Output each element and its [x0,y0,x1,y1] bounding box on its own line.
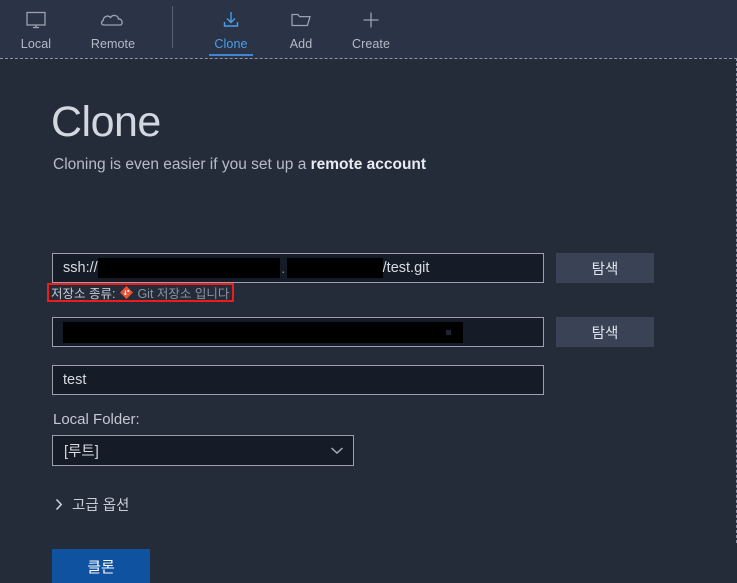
clone-pane: Clone Cloning is even easier if you set … [0,59,736,583]
toolbar-item-create[interactable]: Create [341,0,401,58]
browse-source-button[interactable]: 탐색 [556,253,654,283]
toolbar-divider [172,6,173,48]
toolbar-item-add[interactable]: Add [271,0,331,58]
page-title: Clone [51,98,161,146]
advanced-options-toggle[interactable]: 고급 옵션 [55,494,129,515]
advanced-options-label: 고급 옵션 [72,498,130,514]
remote-account-link[interactable]: remote account [311,156,426,173]
monitor-icon [25,8,47,32]
repo-type-value: Git 저장소 입니다 [137,287,230,301]
local-folder-value: [루트] [64,444,99,460]
page-subtitle-text: Cloning is even easier if you set up a [53,156,311,173]
toolbar-item-remote[interactable]: Remote [80,0,146,58]
redaction-bar [286,258,383,278]
clone-submit-button[interactable]: 클론 [52,549,150,583]
repo-type-annotation: 저장소 종류: Git 저장소 입니다 [47,283,235,302]
download-icon [221,8,241,32]
folder-icon [290,8,312,32]
redaction-bar [63,321,463,343]
source-url-separator: . [281,260,286,276]
redaction-bar [97,258,280,278]
local-folder-label: Local Folder: [53,411,140,428]
browse-destination-button[interactable]: 탐색 [556,317,654,347]
repo-type-label: 저장소 종류: [51,287,116,301]
toolbar-item-clone[interactable]: Clone [201,0,261,58]
top-toolbar: Local Remote Clone Add Create [0,0,737,58]
source-url-input[interactable]: ssh://. /test.git [52,253,544,283]
toolbar-item-local[interactable]: Local [6,0,66,58]
redaction-gap [446,329,451,335]
destination-path-input[interactable] [52,317,544,347]
toolbar-item-add-label: Add [289,37,313,51]
page-subtitle: Cloning is even easier if you set up a r… [53,156,426,174]
chevron-right-icon [55,498,63,511]
chevron-down-icon [329,443,345,459]
toolbar-item-remote-label: Remote [90,37,136,51]
active-tab-underline [209,54,253,56]
toolbar-item-clone-label: Clone [214,37,248,51]
toolbar-item-create-label: Create [351,37,391,51]
repository-name-input[interactable]: test [52,365,544,395]
plus-icon [361,8,381,32]
git-logo-icon [120,286,134,299]
source-url-prefix: ssh:// [63,260,98,276]
source-url-suffix: /test.git [382,260,430,276]
local-folder-select[interactable]: [루트] [52,435,354,466]
toolbar-item-local-label: Local [20,37,52,51]
cloud-icon [100,8,126,32]
